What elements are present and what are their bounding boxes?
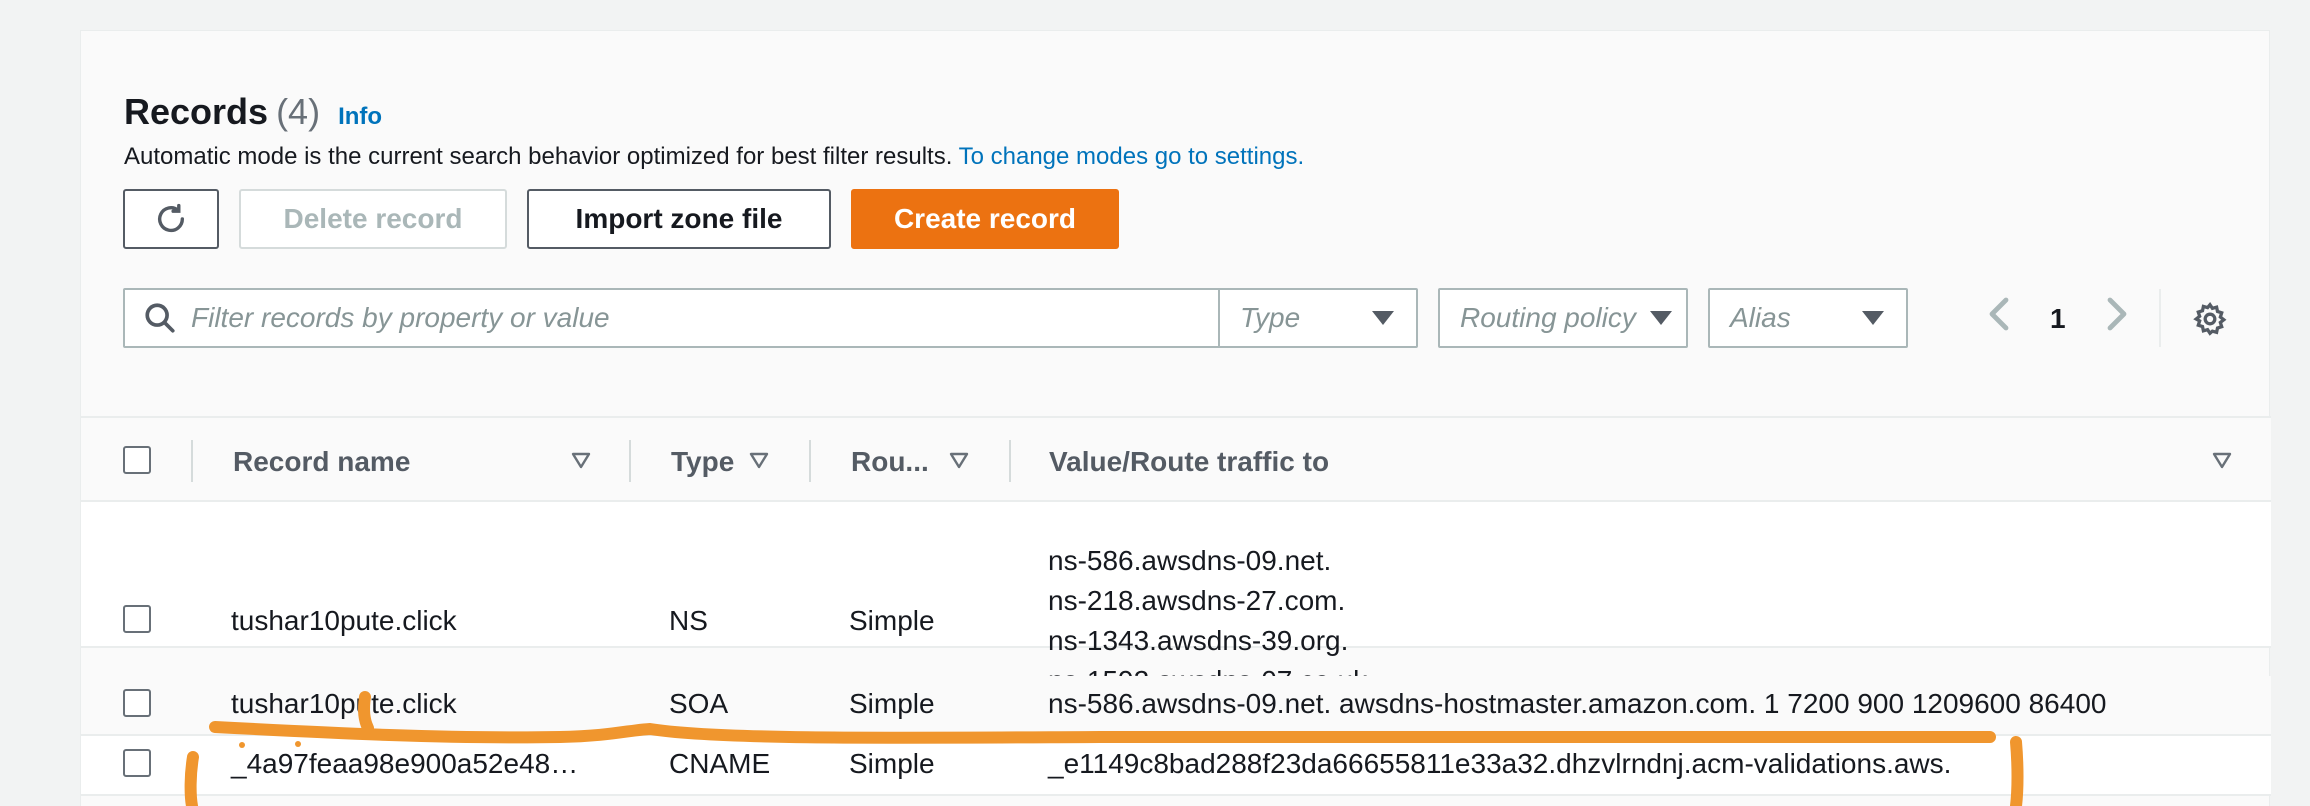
sort-icon[interactable] [749, 452, 769, 470]
column-divider [629, 440, 631, 482]
column-record-name[interactable]: Record name [233, 446, 410, 478]
table-header: Record name Type Rou... Value/Route traf… [81, 416, 2271, 502]
table-row[interactable]: tushar10pute.click NS Simple ns-586.awsd… [81, 502, 2271, 696]
search-placeholder: Filter records by property or value [191, 302, 610, 333]
import-zone-file-button[interactable]: Import zone file [527, 189, 831, 249]
row-checkbox[interactable] [123, 689, 151, 717]
refresh-icon [157, 203, 185, 233]
refresh-button[interactable] [123, 189, 219, 249]
routing-policy-filter-select[interactable]: Routing policy [1438, 288, 1688, 348]
table-row[interactable]: _4a97feaa98e900a52e48… CNAME Simple _e11… [81, 736, 2271, 796]
chevron-left-icon[interactable] [1986, 296, 2010, 332]
alias-filter-select[interactable]: Alias [1708, 288, 1908, 348]
column-routing[interactable]: Rou... [851, 446, 929, 478]
search-input[interactable]: Filter records by property or value [123, 288, 1277, 348]
record-type-cell: CNAME [669, 748, 771, 779]
routing-policy-cell: Simple [849, 688, 935, 719]
records-panel: Records (4) Info Automatic mode is the c… [80, 30, 2271, 806]
search-mode-description: Automatic mode is the current search beh… [124, 143, 1304, 171]
record-value-line: ns-586.awsdns-09.net. [1048, 545, 1332, 576]
caret-down-icon [1650, 311, 1672, 325]
record-name-cell: tushar10pute.click [231, 605, 457, 636]
page-title: Records [124, 91, 269, 132]
column-divider [191, 440, 193, 482]
record-value-line: ns-218.awsdns-27.com. [1048, 585, 1346, 616]
row-checkbox[interactable] [123, 605, 151, 633]
records-count: (4) [276, 91, 321, 132]
description-text: Automatic mode is the current search beh… [124, 143, 953, 170]
type-filter-select[interactable]: Type [1218, 288, 1418, 348]
routing-policy-cell: Simple [849, 748, 935, 779]
row-checkbox[interactable] [123, 749, 151, 777]
column-divider [809, 440, 811, 482]
record-value-line: ns-1343.awsdns-39.org. [1048, 625, 1349, 656]
record-name-cell: tushar10pute.click [231, 688, 457, 719]
caret-down-icon [1372, 311, 1394, 325]
caret-down-icon [1862, 311, 1884, 325]
sort-icon[interactable] [949, 452, 969, 470]
sort-icon[interactable] [2212, 452, 2232, 470]
create-record-button[interactable]: Create record [851, 189, 1119, 249]
column-value[interactable]: Value/Route traffic to [1049, 446, 1329, 478]
alias-filter-label: Alias [1730, 302, 1791, 333]
current-page-number[interactable]: 1 [2050, 303, 2066, 335]
column-type[interactable]: Type [671, 446, 734, 478]
record-value-line: _e1149c8bad288f23da66655811e33a32.dhzvlr… [1048, 748, 1952, 779]
settings-link[interactable]: To change modes go to settings. [959, 143, 1305, 170]
info-link[interactable]: Info [338, 103, 382, 131]
record-type-cell: NS [669, 605, 708, 636]
search-icon [145, 303, 175, 333]
pager-divider [2159, 289, 2161, 347]
column-divider [1009, 440, 1011, 482]
record-value-line: ns-586.awsdns-09.net. awsdns-hostmaster.… [1048, 688, 2107, 719]
select-all-checkbox[interactable] [123, 446, 151, 474]
routing-policy-cell: Simple [849, 605, 935, 636]
type-filter-label: Type [1240, 302, 1301, 333]
records-header: Records (4) Info [124, 91, 382, 133]
delete-record-button[interactable]: Delete record [239, 189, 507, 249]
gear-icon[interactable] [2192, 301, 2228, 337]
sort-icon[interactable] [571, 452, 591, 470]
routing-filter-label: Routing policy [1460, 302, 1636, 333]
table-row[interactable]: tushar10pute.click SOA Simple ns-586.aws… [81, 676, 2271, 736]
record-type-cell: SOA [669, 688, 729, 719]
chevron-right-icon[interactable] [2106, 296, 2130, 332]
record-name-cell: _4a97feaa98e900a52e48… [231, 748, 579, 779]
